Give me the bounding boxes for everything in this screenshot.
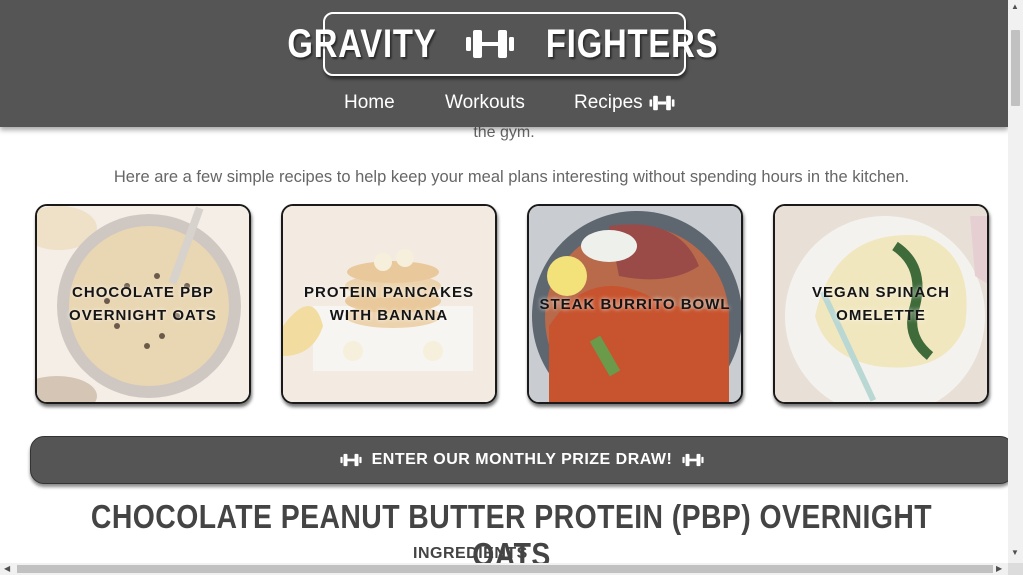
nav-recipes[interactable]: Recipes [574,90,675,116]
main-nav: Home Workouts Recipes [0,90,1008,118]
intro-text: Here are a few simple recipes to help ke… [113,168,910,186]
site-header: GRAVITY FIGHTERS Home Workouts Recipes [0,0,1008,127]
scroll-left-arrow-icon[interactable]: ◀ [4,563,10,575]
site-logo[interactable]: GRAVITY FIGHTERS [288,12,718,76]
recipe-card-title: PROTEIN PANCAKES WITH BANANA [304,284,474,324]
scroll-down-arrow-icon[interactable]: ▼ [1011,548,1019,557]
scroll-right-arrow-icon[interactable]: ▶ [996,563,1002,575]
recipe-card-pancakes[interactable]: PROTEIN PANCAKES WITH BANANA [281,204,497,404]
scroll-up-arrow-icon[interactable]: ▲ [1011,2,1019,11]
nav-home[interactable]: Home [344,90,395,116]
nav-recipes-label: Recipes [574,92,643,113]
nav-workouts-label: Workouts [445,92,525,113]
recipe-card-burrito[interactable]: STEAK BURRITO BOWL [527,204,743,404]
recipe-card-title: STEAK BURRITO BOWL [539,295,731,313]
prize-draw-label: ENTER OUR MONTHLY PRIZE DRAW! [371,451,673,468]
horizontal-scroll-thumb[interactable] [17,565,993,573]
dumbbell-icon [465,27,515,61]
nav-workouts[interactable]: Workouts [445,90,525,116]
scrollbar-corner [1008,563,1023,575]
vertical-scrollbar[interactable]: ▲ ▼ [1008,0,1023,563]
prize-draw-button[interactable]: ENTER OUR MONTHLY PRIZE DRAW! [30,436,1014,484]
dumbbell-icon [649,94,675,112]
logo-text-fighters: FIGHTERS [546,21,719,66]
recipe-card-title: CHOCOLATE PBP OVERNIGHT OATS [69,284,217,324]
horizontal-scrollbar[interactable]: ◀ ▶ [0,563,1008,575]
nav-home-label: Home [344,92,395,113]
dumbbell-icon [682,452,704,468]
ingredients-heading: INGREDIENTS [413,545,528,562]
recipe-card-omelette[interactable]: VEGAN SPINACH OMELETTE [773,204,989,404]
recipe-card-title: VEGAN SPINACH OMELETTE [811,284,951,324]
vertical-scroll-thumb[interactable] [1011,30,1020,106]
recipe-card-oats[interactable]: CHOCOLATE PBP OVERNIGHT OATS [35,204,251,404]
logo-text-gravity: GRAVITY [287,21,437,66]
dumbbell-icon [340,452,362,468]
